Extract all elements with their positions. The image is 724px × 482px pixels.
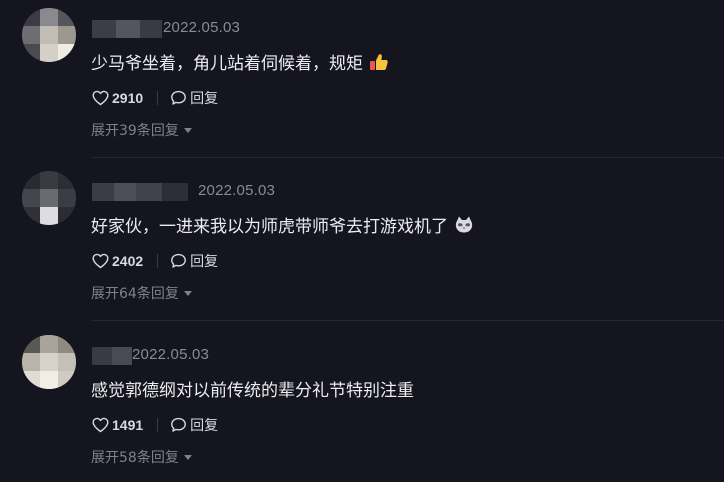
heart-icon <box>92 417 109 433</box>
like-button[interactable]: 2402 <box>92 253 143 269</box>
comment-item: 2022.05.03 好家伙，一进来我以为师虎带师爷去打游戏机了 2402 回复… <box>0 163 724 323</box>
reply-label: 回复 <box>190 418 219 434</box>
comment-text: 感觉郭德纲对以前传统的辈分礼节特别注重 <box>91 376 414 401</box>
cat-face-icon <box>455 216 473 232</box>
comment-date: 2022.05.03 <box>163 19 241 36</box>
comment-text-content: 感觉郭德纲对以前传统的辈分礼节特别注重 <box>91 381 414 401</box>
comment-actions: 2910 回复 <box>92 88 218 108</box>
expand-replies-button[interactable]: 展开39条回复 <box>91 120 192 140</box>
comment-text: 少马爷坐着，角儿站着伺候着，规矩 <box>91 49 389 74</box>
comment-actions: 2402 回复 <box>92 251 218 271</box>
expand-replies-label: 展开64条回复 <box>91 286 179 302</box>
comment-separator <box>91 320 724 321</box>
expand-replies-button[interactable]: 展开58条回复 <box>91 447 192 467</box>
caret-down-icon <box>183 455 192 460</box>
speech-bubble-icon <box>171 90 187 105</box>
avatar[interactable] <box>22 335 76 389</box>
reply-button[interactable]: 回复 <box>170 251 218 271</box>
speech-bubble-icon <box>171 417 187 432</box>
comment-text-content: 少马爷坐着，角儿站着伺候着，规矩 <box>91 54 363 74</box>
speech-bubble-icon <box>171 253 187 268</box>
reply-label: 回复 <box>190 254 219 270</box>
like-button[interactable]: 1491 <box>92 417 143 433</box>
action-divider <box>157 254 159 268</box>
comment-separator <box>91 157 724 158</box>
expand-replies-label: 展开58条回复 <box>91 450 179 466</box>
comment-date: 2022.05.03 <box>198 182 276 199</box>
like-count: 2910 <box>112 90 144 106</box>
action-divider <box>157 91 159 105</box>
username-blurred[interactable] <box>92 183 188 201</box>
reply-button[interactable]: 回复 <box>170 88 218 108</box>
comment-actions: 1491 回复 <box>92 415 218 435</box>
comment-item: 2022.05.03 少马爷坐着，角儿站着伺候着，规矩 2910 回复 展开39… <box>0 0 724 160</box>
reply-button[interactable]: 回复 <box>170 415 218 435</box>
avatar[interactable] <box>22 171 76 225</box>
like-button[interactable]: 2910 <box>92 90 143 106</box>
heart-icon <box>92 253 109 269</box>
caret-down-icon <box>183 291 192 296</box>
thumbs-up-icon <box>370 53 388 70</box>
comment-text: 好家伙，一进来我以为师虎带师爷去打游戏机了 <box>91 212 474 237</box>
reply-label: 回复 <box>190 91 219 107</box>
comment-text-content: 好家伙，一进来我以为师虎带师爷去打游戏机了 <box>91 217 448 237</box>
comment-item: 2022.05.03 感觉郭德纲对以前传统的辈分礼节特别注重 1491 回复 展… <box>0 327 724 482</box>
avatar[interactable] <box>22 8 76 62</box>
heart-icon <box>92 90 109 106</box>
expand-replies-label: 展开39条回复 <box>91 123 179 139</box>
caret-down-icon <box>183 128 192 133</box>
comment-date: 2022.05.03 <box>132 346 210 363</box>
username-blurred[interactable] <box>92 20 162 38</box>
action-divider <box>157 418 159 432</box>
username-blurred[interactable] <box>92 347 132 365</box>
like-count: 2402 <box>112 253 144 269</box>
like-count: 1491 <box>112 417 144 433</box>
expand-replies-button[interactable]: 展开64条回复 <box>91 283 192 303</box>
